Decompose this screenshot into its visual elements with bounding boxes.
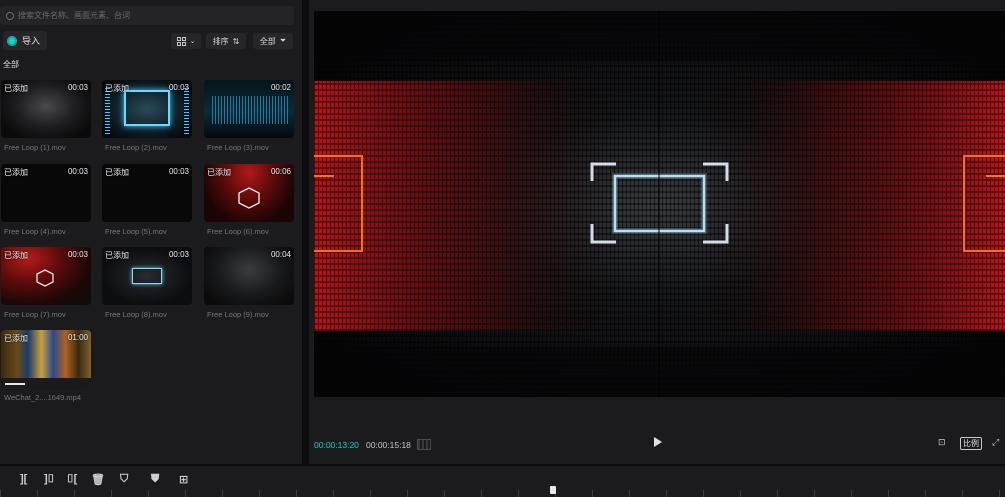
media-item-4[interactable]: 已添加 00:03 <box>1 164 91 222</box>
marker-icon[interactable]: ⛉ <box>120 473 128 486</box>
sort-label: 排序 <box>212 36 229 46</box>
media-item-8[interactable]: 已添加 00:03 <box>102 247 192 305</box>
media-item-10[interactable]: 已添加 01:00 <box>1 330 91 388</box>
media-item-1[interactable]: 已添加 00:03 <box>1 80 91 138</box>
media-item-1-name: Free Loop (1).mov <box>4 143 66 152</box>
section-all-label: 全部 <box>3 60 19 69</box>
media-item-6-name: Free Loop (6).mov <box>207 227 269 236</box>
filter-button[interactable]: 全部 ⏷ <box>253 33 293 49</box>
sort-button[interactable]: 排序 ⇅ <box>206 33 246 49</box>
media-item-5-name: Free Loop (5).mov <box>105 227 167 236</box>
import-icon <box>7 35 17 46</box>
fullscreen-icon[interactable]: ⤢ <box>992 437 999 448</box>
timeline-ruler[interactable] <box>0 490 1005 497</box>
media-item-6[interactable]: 已添加 00:06 <box>204 164 294 222</box>
sort-icon: ⇅ <box>232 36 240 46</box>
video-frame <box>314 11 1005 397</box>
image-edit-icon[interactable]: ⊞ <box>179 473 188 486</box>
media-item-3-name: Free Loop (3).mov <box>207 143 269 152</box>
play-icon[interactable] <box>654 437 662 447</box>
media-item-4-name: Free Loop (4).mov <box>4 227 66 236</box>
media-item-9-name: Free Loop (9).mov <box>207 310 269 319</box>
split-left-icon[interactable]: ]⌷ <box>44 473 54 486</box>
shield-icon[interactable]: ⛊ <box>151 473 159 486</box>
waveform-icon[interactable] <box>417 439 431 450</box>
ratio-button[interactable]: 比例 <box>960 437 982 450</box>
search-icon <box>6 11 14 20</box>
view-mode-button[interactable]: ⌄ <box>171 33 201 49</box>
media-item-8-name: Free Loop (8).mov <box>105 310 167 319</box>
current-timecode: 00:00:13:20 <box>314 440 359 450</box>
search-placeholder: 搜索文件名称、画面元素、台词 <box>18 11 130 20</box>
split-icon[interactable]: ][ <box>20 473 27 485</box>
import-button[interactable]: 导入 <box>3 31 47 50</box>
media-item-10-name: WeChat_2....1649.mp4 <box>4 393 81 402</box>
media-panel: 搜索文件名称、画面元素、台词 导入 ⌄ 排序 ⇅ 全部 ⏷ 全部 已添加 00:… <box>0 0 303 464</box>
fit-screen-icon[interactable]: ⊡ <box>938 437 946 448</box>
split-right-icon[interactable]: ⌷[ <box>67 473 77 486</box>
total-timecode: 00:00:15:18 <box>366 440 411 450</box>
playhead-handle[interactable] <box>550 486 556 494</box>
timeline-toolbar: ][ ]⌷ ⌷[ 🗑 ⛉ ⛊ ⊞ <box>0 466 1005 497</box>
grid-view-icon <box>176 36 186 46</box>
media-item-2-name: Free Loop (2).mov <box>105 143 167 152</box>
media-item-7[interactable]: 已添加 00:03 <box>1 247 91 305</box>
media-item-7-name: Free Loop (7).mov <box>4 310 66 319</box>
media-item-3[interactable]: 00:02 <box>204 80 294 138</box>
import-label: 导入 <box>22 36 41 46</box>
preview-panel: 00:00:13:20 00:00:15:18 ⊡ 比例 ⤢ <box>309 0 1005 464</box>
chevron-down-icon: ⌄ <box>189 38 196 45</box>
media-item-9[interactable]: 00:04 <box>204 247 294 305</box>
media-item-2[interactable]: 已添加 00:03 <box>102 80 192 138</box>
filter-label: 全部 <box>259 36 276 46</box>
search-input[interactable]: 搜索文件名称、画面元素、台词 <box>0 6 294 25</box>
media-item-5[interactable]: 已添加 00:03 <box>102 164 192 222</box>
filter-icon: ⏷ <box>279 36 287 45</box>
delete-icon[interactable]: 🗑 <box>91 473 105 486</box>
video-viewer[interactable] <box>314 11 1005 397</box>
